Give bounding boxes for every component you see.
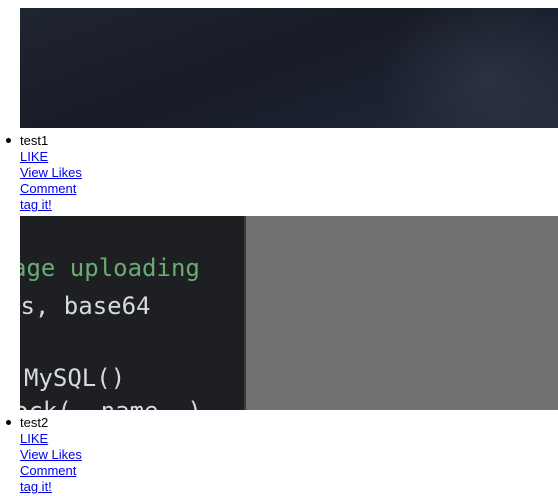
photo-highlight — [378, 8, 558, 128]
tag-it-link[interactable]: tag it! — [20, 479, 52, 495]
gray-panel — [248, 216, 558, 410]
post-item: test2 LIKE View Likes Comment tag it! — [6, 415, 220, 495]
post-caption: test1 — [20, 133, 49, 148]
post-image-dark-photo — [20, 8, 558, 128]
view-likes-link[interactable]: View Likes — [20, 165, 82, 181]
view-likes-link[interactable]: View Likes — [20, 447, 82, 463]
comment-link[interactable]: Comment — [20, 181, 76, 197]
code-line: age uploading — [20, 254, 200, 282]
like-link[interactable]: LIKE — [20, 149, 48, 165]
post-caption: test2 — [20, 415, 49, 430]
code-line: os, base64 — [20, 292, 151, 320]
code-line: MySQL() — [24, 364, 126, 392]
code-editor-pane: age uploading os, base64 MySQL() ock( na… — [20, 216, 246, 410]
list-bullet — [6, 420, 11, 425]
pane-divider — [244, 216, 246, 410]
list-bullet — [6, 138, 11, 143]
like-link[interactable]: LIKE — [20, 431, 48, 447]
post-item: test1 LIKE View Likes Comment tag it! — [6, 133, 220, 213]
tag-it-link[interactable]: tag it! — [20, 197, 52, 213]
photo-feed: test1 LIKE View Likes Comment tag it! ag… — [0, 0, 558, 496]
code-line: ock( name ) — [20, 394, 202, 410]
post-image-code-screenshot: age uploading os, base64 MySQL() ock( na… — [20, 216, 558, 410]
comment-link[interactable]: Comment — [20, 463, 76, 479]
